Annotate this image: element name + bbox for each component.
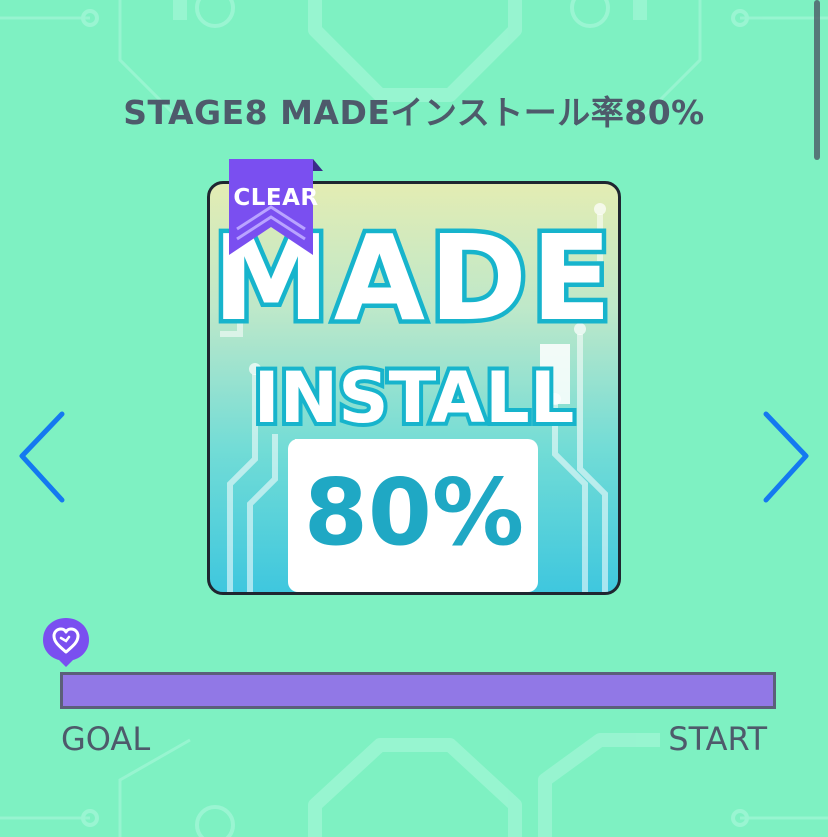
goal-label: GOAL bbox=[61, 720, 151, 758]
progress-fill bbox=[63, 675, 773, 706]
chevron-right-icon[interactable] bbox=[758, 410, 814, 506]
heart-pin-icon bbox=[43, 618, 89, 667]
clear-badge: CLEAR bbox=[229, 159, 323, 257]
jacket-title-install: INSTALL bbox=[254, 357, 575, 439]
stage-progress-bar bbox=[60, 672, 776, 709]
stage-select-screen: STAGE8 MADEインストール率80% MADE INSTALL 80% C… bbox=[0, 0, 828, 837]
chevron-left-icon[interactable] bbox=[14, 410, 70, 506]
clear-badge-label: CLEAR bbox=[233, 185, 319, 211]
jacket-title-percent: 80% bbox=[304, 459, 524, 566]
stage-title: STAGE8 MADEインストール率80% bbox=[123, 93, 705, 132]
start-label: START bbox=[668, 720, 767, 758]
scrollbar[interactable] bbox=[814, 0, 820, 160]
